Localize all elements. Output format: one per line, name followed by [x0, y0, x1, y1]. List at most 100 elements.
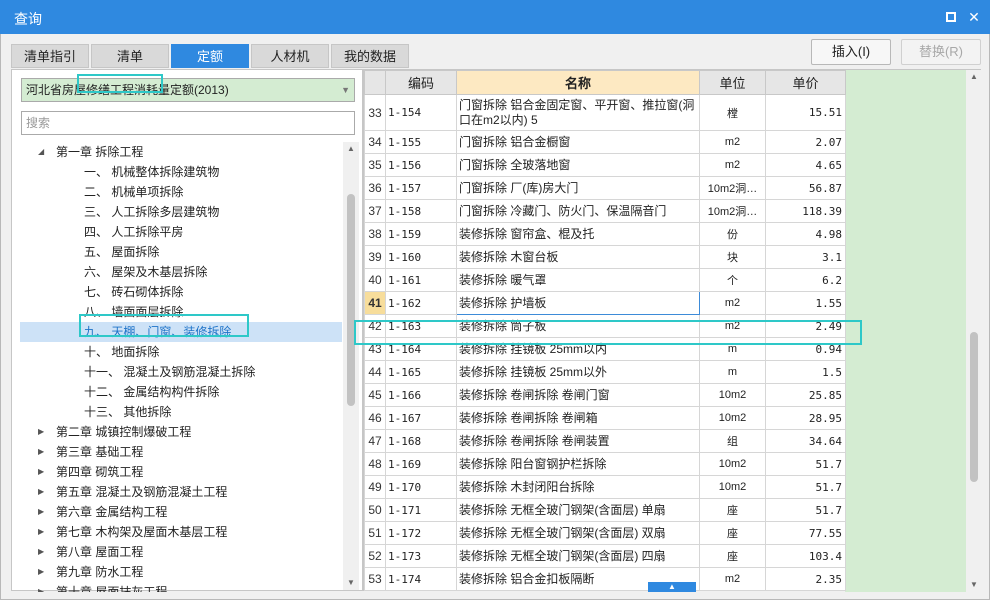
code-cell[interactable]: 1-155 [385, 130, 457, 154]
code-cell[interactable]: 1-161 [385, 268, 457, 292]
expand-icon[interactable]: ▶ [38, 462, 48, 482]
name-cell[interactable]: 装修拆除 无框全玻门钢架(含面层) 双扇 [456, 521, 700, 545]
price-cell[interactable]: 56.87 [765, 176, 846, 200]
tree-item[interactable]: ▶ 第五章 混凝土及钢筋混凝土工程 [20, 482, 342, 502]
scroll-up-icon[interactable]: ▲ [343, 142, 359, 156]
table-row[interactable]: 37 1-158 门窗拆除 冷藏门、防火门、保温隔音门 10m2洞… 118.39 [364, 199, 846, 223]
code-cell[interactable]: 1-167 [385, 406, 457, 430]
tree-item[interactable]: 十、 地面拆除 [20, 342, 342, 362]
insert-button[interactable]: 插入(I) [811, 39, 891, 65]
tab-quota[interactable]: 定额 [171, 44, 249, 68]
name-cell[interactable]: 装修拆除 筒子板 [456, 314, 700, 338]
unit-cell[interactable]: 10m2 [699, 452, 766, 476]
tree-item[interactable]: 七、 砖石砌体拆除 [20, 282, 342, 302]
tab-my-data[interactable]: 我的数据 [331, 44, 409, 68]
name-cell[interactable]: 装修拆除 挂镜板 25mm以外 [456, 360, 700, 384]
table-row[interactable]: 41 1-162 装修拆除 护墙板 m2 1.55 [364, 291, 846, 315]
code-cell[interactable]: 1-173 [385, 544, 457, 568]
row-index-cell[interactable]: 34 [364, 130, 386, 154]
price-cell[interactable]: 1.55 [765, 291, 846, 315]
row-index-cell[interactable]: 41 [364, 291, 386, 315]
code-cell[interactable]: 1-157 [385, 176, 457, 200]
unit-cell[interactable]: 块 [699, 245, 766, 269]
code-cell[interactable]: 1-154 [385, 94, 457, 131]
row-index-cell[interactable]: 48 [364, 452, 386, 476]
tree-item[interactable]: ▶ 第九章 防水工程 [20, 562, 342, 582]
table-row[interactable]: 46 1-167 装修拆除 卷闸拆除 卷闸箱 10m2 28.95 [364, 406, 846, 430]
price-cell[interactable]: 2.35 [765, 567, 846, 591]
row-index-cell[interactable]: 53 [364, 567, 386, 591]
unit-cell[interactable]: m2 [699, 314, 766, 338]
code-cell[interactable]: 1-160 [385, 245, 457, 269]
price-cell[interactable]: 118.39 [765, 199, 846, 223]
code-cell[interactable]: 1-168 [385, 429, 457, 453]
row-index-cell[interactable]: 38 [364, 222, 386, 246]
name-cell[interactable]: 门窗拆除 冷藏门、防火门、保温隔音门 [456, 199, 700, 223]
close-button[interactable]: ✕ [965, 8, 983, 26]
unit-cell[interactable]: 座 [699, 498, 766, 522]
scroll-down-icon[interactable]: ▼ [966, 578, 982, 592]
name-cell[interactable]: 装修拆除 阳台窗钢护栏拆除 [456, 452, 700, 476]
table-row[interactable]: 34 1-155 门窗拆除 铝合金橱窗 m2 2.07 [364, 130, 846, 154]
row-index-cell[interactable]: 52 [364, 544, 386, 568]
table-row[interactable]: 52 1-173 装修拆除 无框全玻门钢架(含面层) 四扇座 103.4 [364, 544, 846, 568]
tree-item[interactable]: 五、 屋面拆除 [20, 242, 342, 262]
name-cell[interactable]: 装修拆除 无框全玻门钢架(含面层) 四扇 [456, 544, 700, 568]
table-row[interactable]: 48 1-169 装修拆除 阳台窗钢护栏拆除 10m2 51.7 [364, 452, 846, 476]
scroll-up-icon[interactable]: ▲ [966, 70, 982, 84]
tree-item[interactable]: ▶ 第二章 城镇控制爆破工程 [20, 422, 342, 442]
tree-item[interactable]: 十一、 混凝土及钢筋混凝土拆除 [20, 362, 342, 382]
row-index-cell[interactable]: 33 [364, 94, 386, 131]
table-row[interactable]: 39 1-160 装修拆除 木窗台板块 3.1 [364, 245, 846, 269]
unit-cell[interactable]: 个 [699, 268, 766, 292]
row-index-cell[interactable]: 44 [364, 360, 386, 384]
price-cell[interactable]: 28.95 [765, 406, 846, 430]
code-cell[interactable]: 1-164 [385, 337, 457, 361]
price-cell[interactable]: 2.07 [765, 130, 846, 154]
unit-cell[interactable]: m [699, 337, 766, 361]
price-cell[interactable]: 0.94 [765, 337, 846, 361]
tree-item[interactable]: 九、 天棚、门窗、装修拆除 [20, 322, 342, 342]
price-cell[interactable]: 3.1 [765, 245, 846, 269]
tree-item[interactable]: 一、 机械整体拆除建筑物 [20, 162, 342, 182]
collapse-icon[interactable]: ◢ [38, 142, 48, 162]
maximize-button[interactable] [942, 8, 960, 26]
name-cell[interactable]: 装修拆除 窗帘盒、棍及托 [456, 222, 700, 246]
table-row[interactable]: 36 1-157 门窗拆除 厂(库)房大门 10m2洞… 56.87 [364, 176, 846, 200]
unit-cell[interactable]: m2 [699, 153, 766, 177]
code-cell[interactable]: 1-159 [385, 222, 457, 246]
tree-item[interactable]: ▶ 第六章 金属结构工程 [20, 502, 342, 522]
row-index-cell[interactable]: 43 [364, 337, 386, 361]
row-index-cell[interactable]: 35 [364, 153, 386, 177]
quota-library-select[interactable]: 河北省房屋修缮工程消耗量定额(2013) ▼ [21, 78, 355, 102]
row-index-cell[interactable]: 49 [364, 475, 386, 499]
name-cell[interactable]: 装修拆除 卷闸拆除 卷闸门窗 [456, 383, 700, 407]
price-cell[interactable]: 4.65 [765, 153, 846, 177]
price-cell[interactable]: 51.7 [765, 452, 846, 476]
scroll-down-icon[interactable]: ▼ [343, 576, 359, 590]
row-index-cell[interactable]: 39 [364, 245, 386, 269]
tree-item[interactable]: ▶ 第八章 屋面工程 [20, 542, 342, 562]
unit-cell[interactable]: 份 [699, 222, 766, 246]
tab-bill[interactable]: 清单 [91, 44, 169, 68]
code-cell[interactable]: 1-174 [385, 567, 457, 591]
price-cell[interactable]: 1.5 [765, 360, 846, 384]
table-row[interactable]: 53 1-174 装修拆除 铝合金扣板隔断 m2 2.35 [364, 567, 846, 591]
tree-item[interactable]: 六、 屋架及木基层拆除 [20, 262, 342, 282]
unit-cell[interactable]: 樘 [699, 94, 766, 131]
row-index-cell[interactable]: 51 [364, 521, 386, 545]
row-index-cell[interactable]: 37 [364, 199, 386, 223]
table-row[interactable]: 49 1-170 装修拆除 木封闭阳台拆除 10m2 51.7 [364, 475, 846, 499]
table-row[interactable]: 47 1-168 装修拆除 卷闸拆除 卷闸装置组 34.64 [364, 429, 846, 453]
row-index-cell[interactable]: 45 [364, 383, 386, 407]
price-cell[interactable]: 6.2 [765, 268, 846, 292]
row-index-cell[interactable]: 50 [364, 498, 386, 522]
price-cell[interactable]: 103.4 [765, 544, 846, 568]
unit-cell[interactable]: 座 [699, 521, 766, 545]
expand-icon[interactable]: ▶ [38, 542, 48, 562]
col-name-header[interactable]: 名称 [456, 70, 700, 95]
grid-scrollbar[interactable]: ▲ ▼ [966, 70, 982, 592]
name-cell[interactable]: 门窗拆除 铝合金固定窗、平开窗、推拉窗(洞口在m2以内) 5 [456, 94, 700, 131]
scroll-thumb[interactable] [970, 332, 978, 482]
name-cell[interactable]: 门窗拆除 厂(库)房大门 [456, 176, 700, 200]
